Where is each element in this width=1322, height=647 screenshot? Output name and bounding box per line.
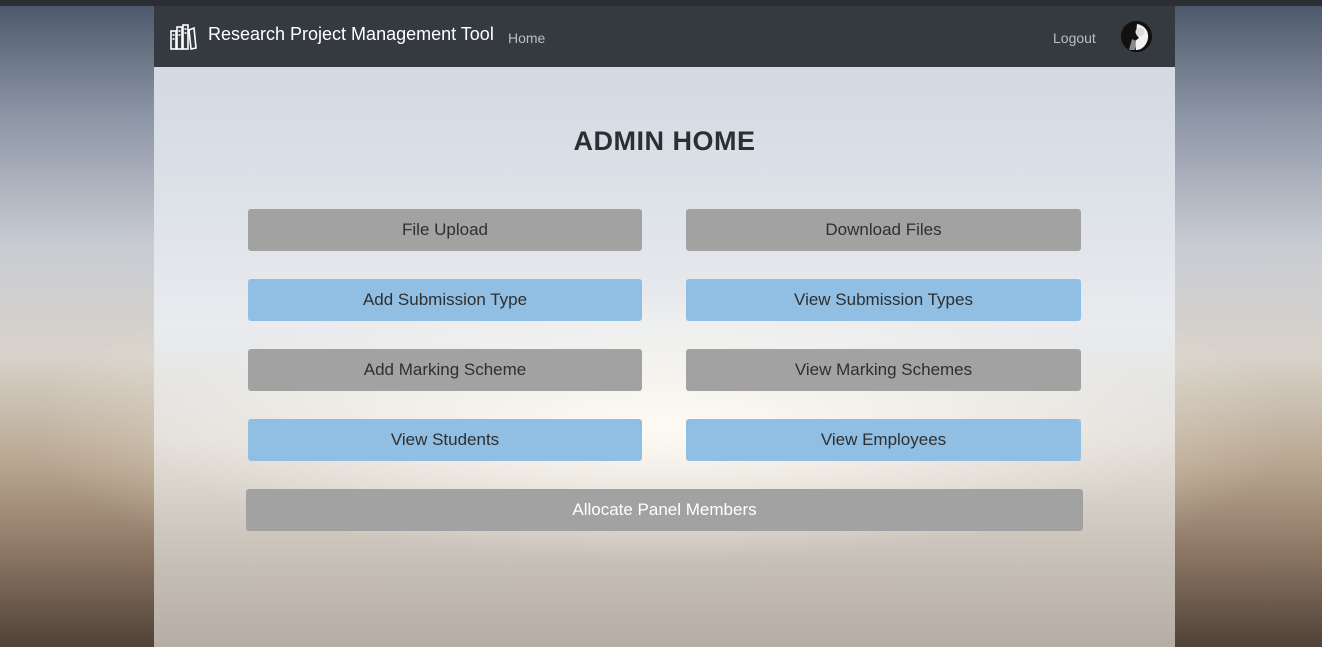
download-files-button[interactable]: Download Files — [686, 209, 1081, 251]
brand-title[interactable]: Research Project Management Tool — [208, 24, 494, 45]
view-students-button[interactable]: View Students — [248, 419, 642, 461]
view-employees-button[interactable]: View Employees — [686, 419, 1081, 461]
add-marking-scheme-button[interactable]: Add Marking Scheme — [248, 349, 642, 391]
nav-home-link[interactable]: Home — [508, 30, 545, 46]
view-marking-schemes-button[interactable]: View Marking Schemes — [686, 349, 1081, 391]
add-submission-type-button[interactable]: Add Submission Type — [248, 279, 642, 321]
file-upload-button[interactable]: File Upload — [248, 209, 642, 251]
app-frame: Research Project Management Tool Home Lo… — [154, 6, 1175, 647]
view-submission-types-button[interactable]: View Submission Types — [686, 279, 1081, 321]
user-avatar[interactable] — [1121, 21, 1152, 52]
page-title: ADMIN HOME — [573, 126, 756, 156]
library-books-icon[interactable] — [168, 22, 198, 52]
nav-logout-link[interactable]: Logout — [1053, 30, 1096, 46]
allocate-panel-members-button[interactable]: Allocate Panel Members — [246, 489, 1083, 531]
navbar: Research Project Management Tool Home Lo… — [154, 6, 1175, 67]
